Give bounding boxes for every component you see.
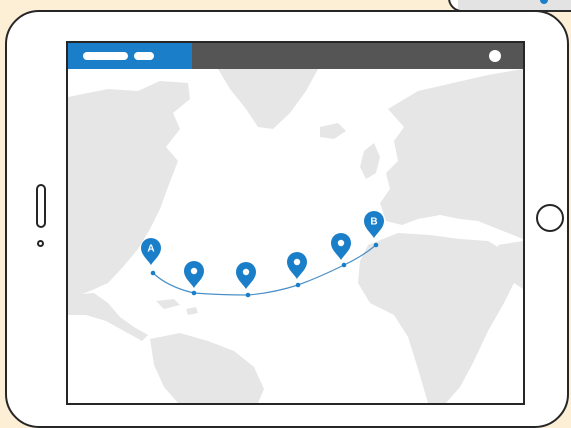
- menu-dot-icon[interactable]: [489, 50, 501, 62]
- pin-hole: [337, 239, 345, 247]
- route-vertex: [150, 270, 156, 276]
- nav-pill-secondary[interactable]: [134, 52, 154, 60]
- route-vertex: [245, 292, 251, 298]
- pin-hole: [242, 268, 250, 276]
- nav-pill-primary[interactable]: [83, 52, 128, 60]
- speaker-slot: [36, 184, 46, 228]
- pin-hole: [190, 267, 198, 275]
- tablet-screen: A B: [66, 41, 525, 405]
- route-vertex: [191, 290, 197, 296]
- pin-label-a: A: [147, 244, 154, 255]
- camera-dot: [37, 240, 44, 247]
- route-vertex: [295, 282, 301, 288]
- pin-hole: [293, 258, 301, 266]
- pin-label-b: B: [370, 217, 377, 228]
- tablet-frame: A B: [5, 10, 569, 428]
- route-vertex: [341, 262, 347, 268]
- world-map[interactable]: A B: [68, 69, 523, 403]
- home-button[interactable]: [536, 204, 564, 232]
- app-brand-block: [68, 43, 192, 69]
- route-vertex: [373, 242, 379, 248]
- app-top-bar: [68, 43, 523, 69]
